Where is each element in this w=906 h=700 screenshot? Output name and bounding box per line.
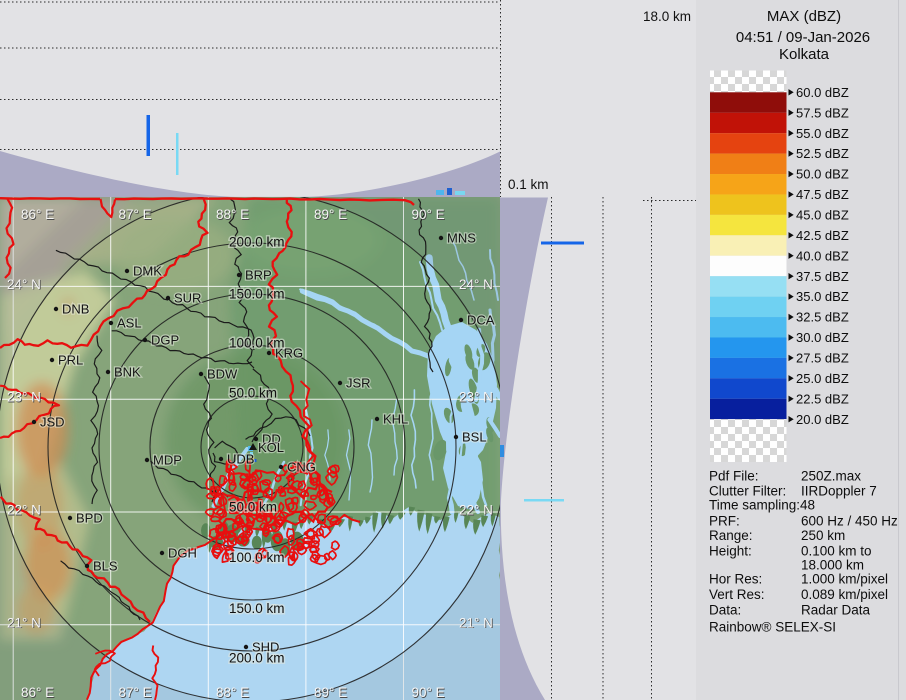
svg-text:Radar Data: Radar Data	[801, 603, 871, 618]
svg-text:250Z.max: 250Z.max	[801, 469, 861, 484]
svg-text:89° E: 89° E	[314, 685, 347, 700]
svg-text:Time sampling:: Time sampling:	[709, 498, 800, 513]
svg-text:86° E: 86° E	[21, 685, 54, 700]
svg-text:BNK: BNK	[114, 365, 141, 380]
svg-text:55.0 dBZ: 55.0 dBZ	[796, 126, 849, 141]
svg-text:87° E: 87° E	[119, 207, 152, 222]
svg-text:90° E: 90° E	[412, 685, 445, 700]
svg-text:18.000 km: 18.000 km	[801, 557, 864, 572]
svg-text:Height:: Height:	[709, 543, 752, 558]
svg-text:32.5 dBZ: 32.5 dBZ	[796, 310, 849, 325]
svg-text:200.0 km: 200.0 km	[229, 235, 285, 250]
svg-text:Rainbow® SELEX-SI: Rainbow® SELEX-SI	[709, 619, 836, 634]
svg-text:KHL: KHL	[383, 412, 408, 427]
svg-text:86° E: 86° E	[21, 207, 54, 222]
svg-text:27.5 dBZ: 27.5 dBZ	[796, 351, 849, 366]
svg-text:600 Hz / 450 Hz: 600 Hz / 450 Hz	[801, 514, 898, 529]
svg-text:Hor Res:: Hor Res:	[709, 572, 762, 587]
svg-text:DMK: DMK	[133, 264, 162, 279]
svg-text:100.0 km: 100.0 km	[229, 550, 285, 565]
svg-text:DCA: DCA	[467, 313, 495, 328]
svg-text:150.0 km: 150.0 km	[229, 287, 285, 302]
svg-text:BLS: BLS	[93, 559, 118, 574]
svg-text:24° N: 24° N	[459, 277, 493, 292]
svg-text:50.0 km: 50.0 km	[229, 500, 277, 515]
svg-text:21° N: 21° N	[459, 615, 493, 630]
svg-text:20.0 dBZ: 20.0 dBZ	[796, 412, 849, 427]
svg-text:BPD: BPD	[76, 511, 103, 526]
svg-text:DGH: DGH	[168, 546, 197, 561]
svg-text:42.5 dBZ: 42.5 dBZ	[796, 228, 849, 243]
svg-text:45.0 dBZ: 45.0 dBZ	[796, 208, 849, 223]
svg-text:30.0 dBZ: 30.0 dBZ	[796, 330, 849, 345]
svg-text:KOL: KOL	[258, 440, 284, 455]
svg-text:250 km: 250 km	[801, 528, 845, 543]
svg-text:47.5 dBZ: 47.5 dBZ	[796, 187, 849, 202]
svg-text:DGP: DGP	[151, 333, 179, 348]
svg-text:87° E: 87° E	[119, 685, 152, 700]
svg-text:BDW: BDW	[207, 367, 238, 382]
svg-text:BRP: BRP	[245, 268, 272, 283]
svg-text:MNS: MNS	[447, 231, 476, 246]
svg-text:BSL: BSL	[462, 430, 487, 445]
svg-text:0.089 km/pixel: 0.089 km/pixel	[801, 587, 888, 602]
svg-text:UDB: UDB	[227, 452, 254, 467]
svg-text:50.0 dBZ: 50.0 dBZ	[796, 167, 849, 182]
svg-text:Vert Res:: Vert Res:	[709, 587, 765, 602]
svg-text:90° E: 90° E	[412, 207, 445, 222]
svg-text:PRF:: PRF:	[709, 514, 740, 529]
svg-text:40.0 dBZ: 40.0 dBZ	[796, 248, 849, 263]
svg-text:200.0 km: 200.0 km	[229, 651, 285, 666]
svg-text:ASL: ASL	[117, 316, 142, 331]
svg-text:23° N: 23° N	[459, 390, 493, 405]
svg-text:0.1 km: 0.1 km	[508, 177, 549, 192]
svg-text:Kolkata: Kolkata	[779, 46, 830, 63]
svg-text:0.100 km to: 0.100 km to	[801, 543, 872, 558]
svg-text:SUR: SUR	[174, 291, 201, 306]
svg-text:1.000 km/pixel: 1.000 km/pixel	[801, 572, 888, 587]
svg-text:22° N: 22° N	[459, 503, 493, 518]
svg-text:52.5 dBZ: 52.5 dBZ	[796, 146, 849, 161]
svg-text:PRL: PRL	[58, 353, 83, 368]
svg-text:88° E: 88° E	[216, 685, 249, 700]
svg-text:MAX (dBZ): MAX (dBZ)	[767, 8, 841, 25]
svg-text:Data:: Data:	[709, 603, 741, 618]
svg-text:Range:: Range:	[709, 528, 753, 543]
svg-text:MDP: MDP	[153, 453, 182, 468]
svg-text:37.5 dBZ: 37.5 dBZ	[796, 269, 849, 284]
svg-text:88° E: 88° E	[216, 207, 249, 222]
svg-text:22° N: 22° N	[7, 503, 41, 518]
svg-text:DNB: DNB	[62, 302, 89, 317]
svg-text:100.0 km: 100.0 km	[229, 336, 285, 351]
svg-text:18.0 km: 18.0 km	[643, 9, 691, 24]
svg-text:04:51 / 09-Jan-2026: 04:51 / 09-Jan-2026	[736, 29, 870, 46]
svg-text:48: 48	[800, 498, 815, 513]
svg-text:Pdf File:: Pdf File:	[709, 469, 759, 484]
svg-text:25.0 dBZ: 25.0 dBZ	[796, 371, 849, 386]
svg-text:23° N: 23° N	[7, 390, 41, 405]
svg-text:Clutter Filter:: Clutter Filter:	[709, 483, 786, 498]
svg-text:89° E: 89° E	[314, 207, 347, 222]
svg-text:CNG: CNG	[287, 460, 316, 475]
svg-text:JSR: JSR	[346, 376, 371, 391]
svg-text:IIRDoppler 7: IIRDoppler 7	[801, 483, 877, 498]
svg-text:24° N: 24° N	[7, 277, 41, 292]
svg-text:35.0 dBZ: 35.0 dBZ	[796, 289, 849, 304]
svg-text:57.5 dBZ: 57.5 dBZ	[796, 105, 849, 120]
svg-text:60.0 dBZ: 60.0 dBZ	[796, 85, 849, 100]
svg-text:21° N: 21° N	[7, 615, 41, 630]
svg-text:22.5 dBZ: 22.5 dBZ	[796, 391, 849, 406]
svg-text:150.0 km: 150.0 km	[229, 601, 285, 616]
svg-text:50.0 km: 50.0 km	[229, 386, 277, 401]
svg-text:JSD: JSD	[40, 415, 65, 430]
